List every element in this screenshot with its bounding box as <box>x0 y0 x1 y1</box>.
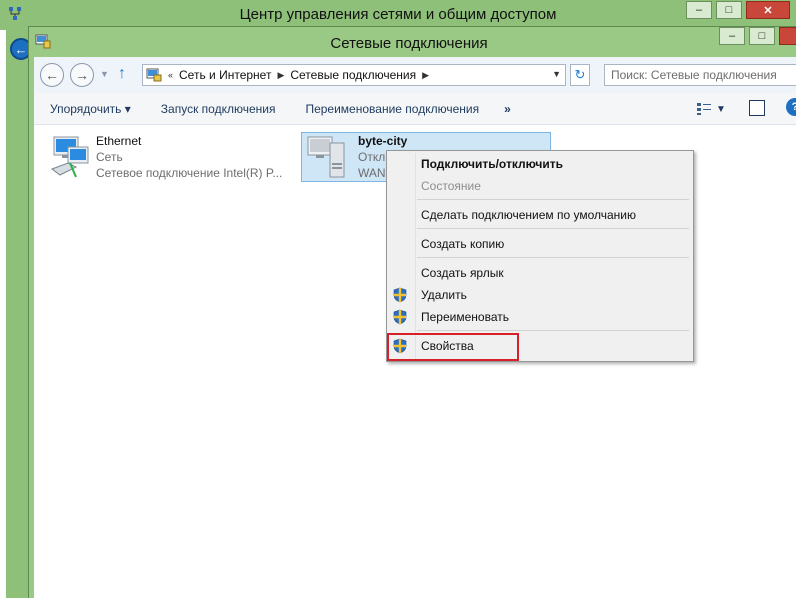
menu-separator <box>417 330 689 331</box>
connection-status: Сеть <box>96 150 123 164</box>
menu-item-create-copy[interactable]: Создать копию <box>387 233 693 255</box>
search-input[interactable]: Поиск: Сетевые подключения <box>604 64 796 86</box>
organize-label: Упорядочить <box>50 101 122 116</box>
preview-pane-button[interactable] <box>749 100 765 116</box>
menu-item-label: Удалить <box>421 288 467 302</box>
close-button[interactable]: ✕ <box>779 27 796 45</box>
breadcrumb-network-connections[interactable]: Сетевые подключения <box>290 68 416 82</box>
close-button[interactable]: ✕ <box>746 1 790 19</box>
connection-name: byte-city <box>358 134 408 148</box>
menu-item-status: Состояние <box>421 179 481 193</box>
uac-shield-icon <box>393 287 407 303</box>
minimize-button[interactable]: ‒ <box>686 1 712 19</box>
refresh-icon: ↻ <box>574 67 586 82</box>
chevron-down-icon: ▼ <box>716 103 726 115</box>
rename-connection-button[interactable]: Переименование подключения <box>290 102 494 116</box>
change-view-button[interactable]: ▼ <box>696 100 732 118</box>
window-titlebar: Сетевые подключения ‒ □ ✕ <box>29 27 796 57</box>
maximize-button[interactable]: □ <box>749 27 775 45</box>
properties-highlight-box <box>387 333 519 361</box>
uac-shield-icon <box>393 309 407 325</box>
window-title: Сетевые подключения <box>330 35 488 52</box>
back-window-caption-buttons: ‒ □ ✕ <box>686 1 790 19</box>
back-button[interactable]: ← <box>40 63 64 87</box>
chevron-right-icon[interactable]: ▶ <box>277 70 284 81</box>
ethernet-adapter-icon <box>50 136 89 178</box>
command-bar: Упорядочить ▾ Запуск подключения Переиме… <box>34 93 796 125</box>
help-icon[interactable]: ? <box>786 98 796 116</box>
connection-device: Сетевое подключение Intel(R) P... <box>96 166 283 180</box>
wan-miniport-icon <box>307 136 345 178</box>
menu-item-label: Переименовать <box>421 310 509 324</box>
minimize-button[interactable]: ‒ <box>719 27 745 45</box>
more-commands-button[interactable]: » <box>494 102 521 116</box>
menu-item-rename[interactable]: Переименовать <box>387 306 693 328</box>
start-connection-button[interactable]: Запуск подключения <box>146 102 291 116</box>
context-menu: Подключить/отключить Состояние Сделать п… <box>386 150 694 362</box>
refresh-button[interactable]: ↻ <box>570 64 590 86</box>
menu-item-create-shortcut[interactable]: Создать ярлык <box>387 262 693 284</box>
menu-separator <box>417 257 689 258</box>
chevron-right-icon[interactable]: ▶ <box>422 70 429 81</box>
back-arrow-icon: ← <box>45 67 59 83</box>
menu-item-delete[interactable]: Удалить <box>387 284 693 306</box>
up-arrow-icon[interactable]: ↑ <box>118 65 126 83</box>
breadcrumb-overflow-icon[interactable]: « <box>168 70 173 80</box>
connection-ethernet-text: Ethernet Сеть Сетевое подключение Intel(… <box>96 133 282 181</box>
window-caption-buttons: ‒ □ ✕ <box>719 27 796 45</box>
connection-name: Ethernet <box>96 134 142 148</box>
menu-separator <box>417 228 689 229</box>
chevron-down-icon: ▾ <box>124 101 131 116</box>
connection-ethernet[interactable]: Ethernet Сеть Сетевое подключение Intel(… <box>46 133 282 181</box>
menu-separator <box>417 199 689 200</box>
details-view-icon <box>697 103 711 115</box>
organize-button[interactable]: Упорядочить ▾ <box>34 102 146 116</box>
control-panel-icon <box>146 68 162 82</box>
maximize-button[interactable]: □ <box>716 1 742 19</box>
address-toolbar: ← → ▼ ↑ « Сеть и Интернет ▶ Сетевые подк… <box>34 57 796 93</box>
forward-arrow-icon: → <box>75 67 89 83</box>
address-bar[interactable]: « Сеть и Интернет ▶ Сетевые подключения … <box>142 64 566 86</box>
recent-pages-chevron-down-icon[interactable]: ▼ <box>100 69 109 79</box>
menu-item-set-default[interactable]: Сделать подключением по умолчанию <box>387 204 693 226</box>
address-history-chevron-down-icon[interactable]: ▼ <box>552 69 561 79</box>
back-window-edge <box>0 30 6 598</box>
forward-button[interactable]: → <box>70 63 94 87</box>
back-window-title: Центр управления сетями и общим доступом <box>239 6 557 23</box>
breadcrumb-network-internet[interactable]: Сеть и Интернет <box>179 68 271 82</box>
menu-item-connect-disconnect[interactable]: Подключить/отключить <box>387 153 693 175</box>
